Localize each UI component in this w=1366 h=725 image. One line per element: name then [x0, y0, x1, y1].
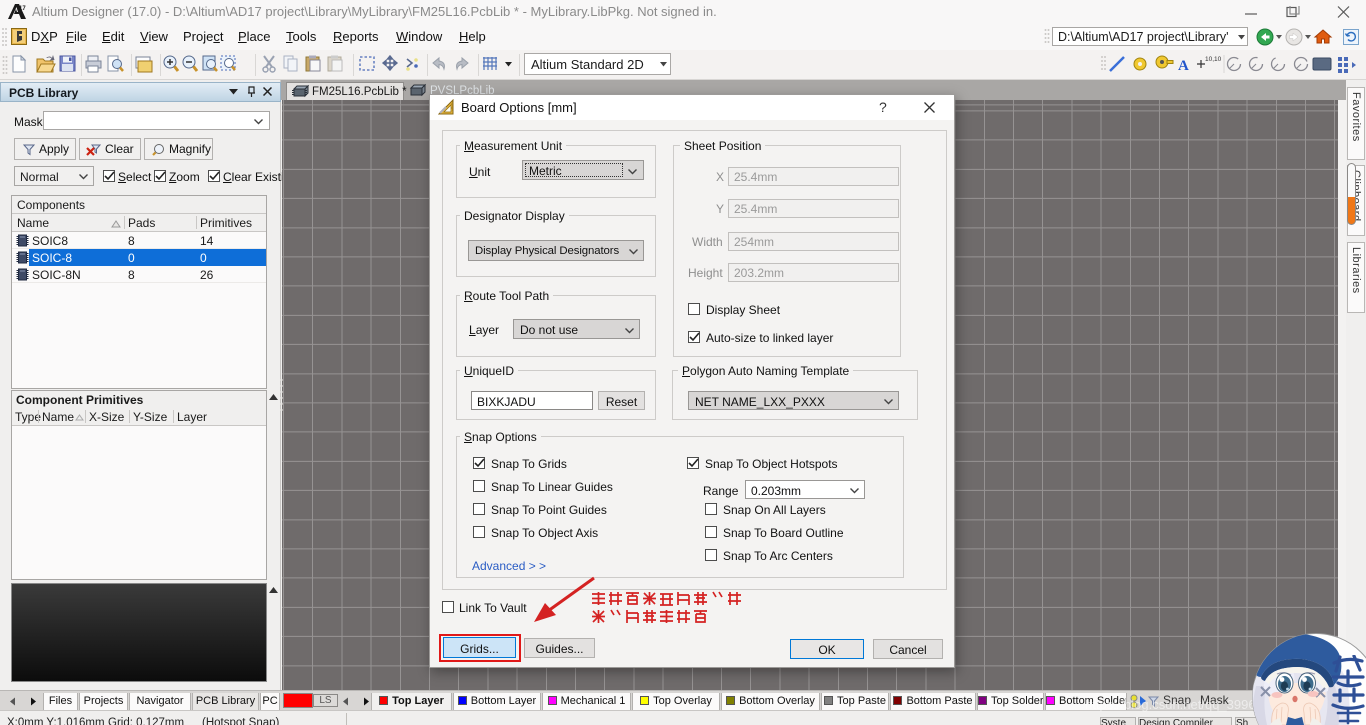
svg-text:10,10: 10,10 [1205, 56, 1222, 63]
svg-text:A: A [1178, 58, 1189, 74]
svg-text:17: 17 [19, 6, 26, 12]
